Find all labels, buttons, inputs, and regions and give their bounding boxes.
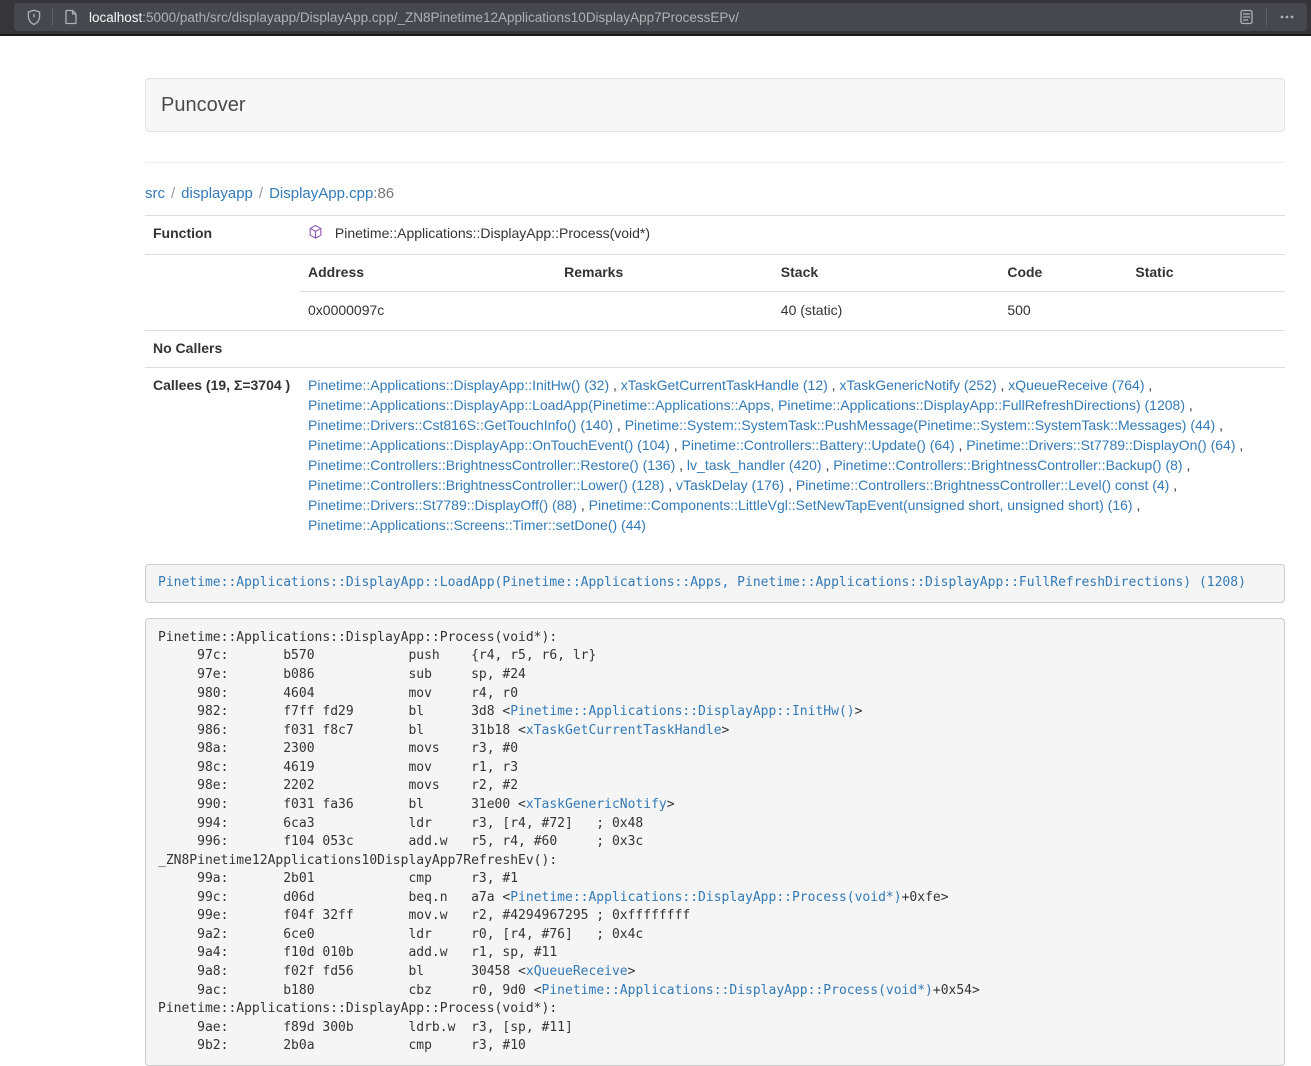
remarks-header: Remarks [556, 255, 773, 291]
callee-link[interactable]: Pinetime::Controllers::BrightnessControl… [796, 477, 1169, 493]
callee-link[interactable]: Pinetime::Applications::DisplayApp::OnTo… [308, 437, 670, 453]
page-info-icon[interactable] [61, 7, 81, 27]
breadcrumb-link-src[interactable]: src [145, 185, 165, 202]
loadapp-symbol-link[interactable]: Pinetime::Applications::DisplayApp::Load… [158, 575, 1246, 590]
divider [145, 162, 1285, 163]
callees-row: Callees (19, Σ=3704 ) Pinetime::Applicat… [145, 367, 1285, 543]
callee-link[interactable]: Pinetime::System::SystemTask::PushMessag… [625, 417, 1216, 433]
callee-link[interactable]: Pinetime::Drivers::St7789::DisplayOn() (… [966, 437, 1235, 453]
function-name: Pinetime::Applications::DisplayApp::Proc… [335, 225, 650, 241]
callee-link[interactable]: Pinetime::Applications::DisplayApp::Init… [308, 377, 609, 393]
remarks-value [556, 291, 773, 329]
url-host: localhost [89, 10, 142, 25]
disassembly-box: Pinetime::Applications::DisplayApp::Proc… [145, 618, 1285, 1066]
asm-symbol-link[interactable]: Pinetime::Applications::DisplayApp::Init… [510, 704, 854, 719]
page-title: Puncover [161, 94, 246, 116]
static-value [1127, 291, 1285, 329]
asm-symbol-link[interactable]: Pinetime::Applications::DisplayApp::Proc… [542, 983, 933, 998]
urlbar-separator-right [1266, 8, 1267, 26]
details-table: Address Remarks Stack Code Static 0x0000… [300, 255, 1285, 330]
breadcrumb: src / displayapp / DisplayApp.cpp:86 [145, 185, 1285, 202]
asm-symbol-link[interactable]: Pinetime::Applications::DisplayApp::Proc… [510, 890, 901, 905]
callee-link[interactable]: Pinetime::Controllers::BrightnessControl… [308, 477, 664, 493]
stack-header: Stack [773, 255, 1000, 291]
symbol-table: Function Pinetime::Applications::Display… [145, 215, 1285, 544]
highlighted-symbol-box: Pinetime::Applications::DisplayApp::Load… [145, 564, 1285, 604]
breadcrumb-link-file[interactable]: DisplayApp.cpp [269, 185, 373, 202]
callee-link[interactable]: xTaskGenericNotify (252) [839, 377, 996, 393]
page-actions-menu-icon[interactable] [1277, 7, 1297, 27]
url-bar[interactable]: localhost:5000/path/src/displayapp/Displ… [14, 3, 1307, 31]
callee-link[interactable]: Pinetime::Drivers::Cst816S::GetTouchInfo… [308, 417, 613, 433]
address-header: Address [300, 255, 556, 291]
callee-link[interactable]: Pinetime::Applications::Screens::Timer::… [308, 517, 646, 533]
function-label: Function [145, 216, 300, 255]
callee-link[interactable]: lv_task_handler (420) [687, 457, 822, 473]
details-empty-label [145, 254, 300, 330]
breadcrumb-link-displayapp[interactable]: displayapp [181, 185, 253, 202]
breadcrumb-line-number: :86 [373, 185, 394, 202]
url-text[interactable]: localhost:5000/path/src/displayapp/Displ… [89, 10, 739, 25]
reader-mode-icon[interactable] [1236, 7, 1256, 27]
function-row: Function Pinetime::Applications::Display… [145, 216, 1285, 255]
callees-list: Pinetime::Applications::DisplayApp::Init… [300, 367, 1285, 543]
stack-value: 40 (static) [773, 291, 1000, 329]
callee-link[interactable]: Pinetime::Drivers::St7789::DisplayOff() … [308, 497, 577, 513]
page-container: Puncover src / displayapp / DisplayApp.cpp:8… [145, 78, 1285, 1066]
no-callers-row: No Callers [145, 330, 1285, 367]
url-path: :5000/path/src/displayapp/DisplayApp.cpp… [142, 10, 739, 25]
code-value: 500 [999, 291, 1127, 329]
browser-toolbar: localhost:5000/path/src/displayapp/Displ… [0, 0, 1311, 36]
details-header-row: Address Remarks Stack Code Static [300, 255, 1285, 291]
breadcrumb-separator: / [171, 185, 175, 202]
asm-symbol-link[interactable]: xTaskGetCurrentTaskHandle [526, 723, 722, 738]
callee-link[interactable]: vTaskDelay (176) [676, 477, 784, 493]
callee-link[interactable]: xTaskGetCurrentTaskHandle (12) [621, 377, 828, 393]
no-callers-label: No Callers [145, 330, 300, 367]
address-value: 0x0000097c [300, 291, 556, 329]
details-value-row: 0x0000097c 40 (static) 500 [300, 291, 1285, 329]
asm-symbol-link[interactable]: xQueueReceive [526, 964, 628, 979]
details-row: Address Remarks Stack Code Static 0x0000… [145, 254, 1285, 330]
callee-link[interactable]: Pinetime::Controllers::BrightnessControl… [308, 457, 675, 473]
callee-link[interactable]: Pinetime::Components::LittleVgl::SetNewT… [589, 497, 1133, 513]
callees-label: Callees (19, Σ=3704 ) [145, 367, 300, 543]
callee-link[interactable]: xQueueReceive (764) [1008, 377, 1144, 393]
page-title-panel: Puncover [145, 78, 1285, 132]
asm-symbol-link[interactable]: xTaskGenericNotify [526, 797, 667, 812]
static-header: Static [1127, 255, 1285, 291]
code-header: Code [999, 255, 1127, 291]
callee-link[interactable]: Pinetime::Controllers::BrightnessControl… [833, 457, 1182, 473]
breadcrumb-separator: / [259, 185, 263, 202]
symbol-cube-icon [308, 227, 327, 243]
callee-link[interactable]: Pinetime::Applications::DisplayApp::Load… [308, 397, 1185, 413]
urlbar-separator [52, 8, 53, 26]
callee-link[interactable]: Pinetime::Controllers::Battery::Update()… [682, 437, 955, 453]
shield-icon[interactable] [24, 7, 44, 27]
